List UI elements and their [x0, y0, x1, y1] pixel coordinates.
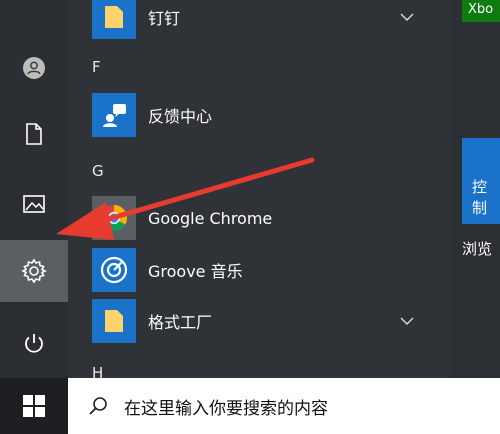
search-input[interactable]: 在这里输入你要搜索的内容 [124, 394, 328, 419]
documents-button[interactable] [0, 108, 68, 160]
folder-icon [92, 299, 136, 343]
taskbar: 在这里输入你要搜索的内容 [0, 378, 500, 434]
app-label: 钉钉 [148, 9, 181, 28]
search-icon [89, 397, 107, 415]
app-item-dingtalk[interactable]: 钉钉 [92, 0, 432, 40]
start-button[interactable] [0, 378, 68, 434]
section-letter[interactable]: F [92, 58, 101, 76]
app-label: 格式工厂 [148, 313, 213, 332]
start-left-rail [0, 0, 68, 378]
app-item-feedback-hub[interactable]: 反馈中心 [92, 92, 432, 138]
user-icon [23, 57, 45, 79]
section-letter[interactable]: H [92, 364, 103, 378]
pictures-button[interactable] [0, 178, 68, 230]
chevron-down-icon[interactable] [400, 317, 414, 325]
section-letter[interactable]: G [92, 162, 104, 180]
power-icon [25, 334, 43, 353]
user-account-button[interactable] [0, 42, 68, 94]
app-item-format-factory[interactable]: 格式工厂 [92, 298, 432, 344]
feedback-hub-icon [92, 93, 136, 137]
app-label: Groove 音乐 [148, 262, 243, 281]
settings-button[interactable] [0, 240, 68, 302]
app-item-groove-music[interactable]: Groove 音乐 [92, 247, 432, 293]
app-item-google-chrome[interactable]: Google Chrome [92, 195, 432, 241]
pictures-icon [23, 195, 45, 213]
app-label: 反馈中心 [148, 107, 213, 126]
tile-control-panel[interactable]: 控制 [462, 138, 500, 224]
folder-icon [92, 0, 136, 39]
app-list: 钉钉 F 反馈中心 G Google Chrome Groove 音乐 格式工厂… [68, 0, 450, 378]
taskbar-search-box[interactable]: 在这里输入你要搜索的内容 [68, 378, 500, 434]
tile-group-browse: 浏览 [462, 240, 493, 258]
tile-xbox[interactable]: Xbo [462, 0, 500, 22]
tile-label: 控制 [472, 178, 488, 217]
documents-icon [26, 123, 42, 145]
power-button[interactable] [0, 318, 68, 370]
settings-icon [21, 258, 47, 284]
app-label: Google Chrome [148, 208, 273, 228]
tiles-panel: Xbo 控制 浏览 [450, 0, 500, 378]
chevron-down-icon[interactable] [400, 13, 414, 21]
tile-label: Xbo [468, 2, 494, 17]
windows-logo-icon [23, 395, 45, 417]
groove-music-icon [92, 248, 136, 292]
chrome-icon [92, 196, 136, 240]
